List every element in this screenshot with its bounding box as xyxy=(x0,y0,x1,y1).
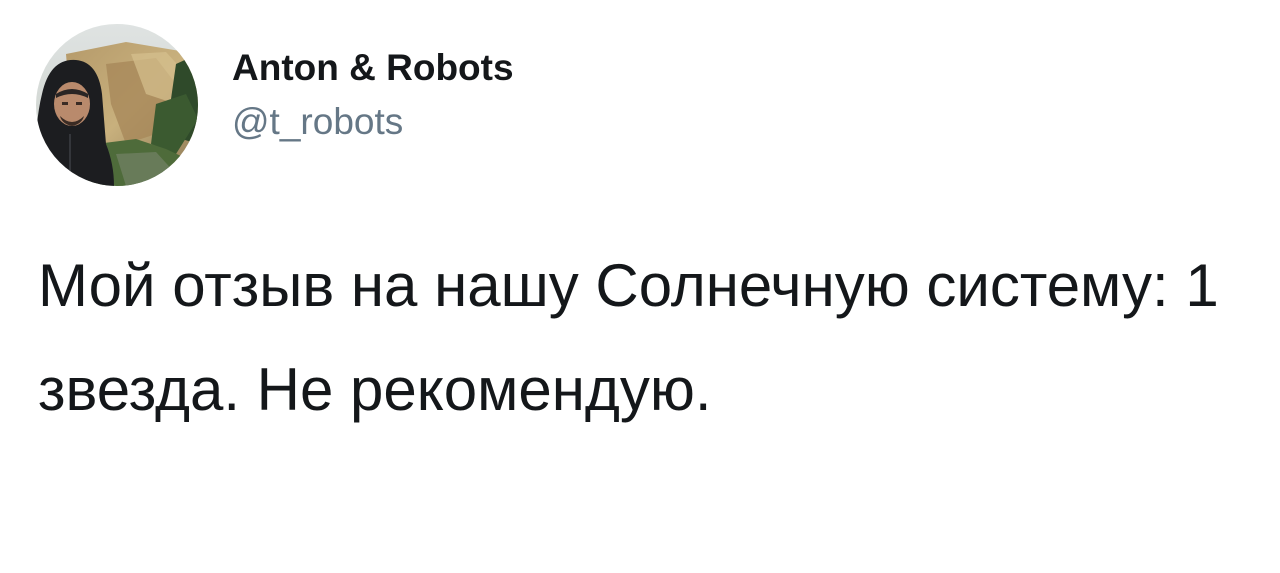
author-info[interactable]: Anton & Robots @t_robots xyxy=(232,46,514,144)
tweet-text: Мой отзыв на нашу Солнечную систему: 1 з… xyxy=(38,252,1219,423)
author-handle[interactable]: @t_robots xyxy=(232,100,514,144)
author-display-name[interactable]: Anton & Robots xyxy=(232,46,514,90)
avatar-photo xyxy=(36,24,198,186)
avatar[interactable] xyxy=(36,24,198,186)
tweet-card: Anton & Robots @t_robots Мой отзыв на на… xyxy=(0,0,1280,573)
